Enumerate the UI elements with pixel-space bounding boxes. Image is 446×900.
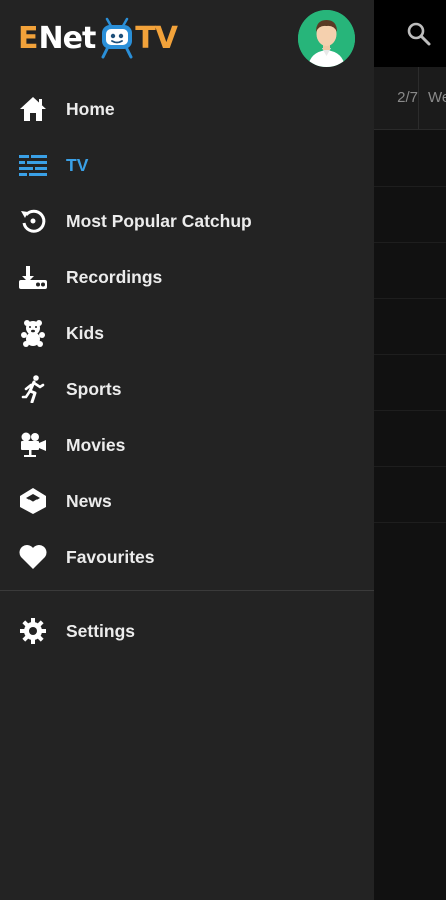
- logo-tv: TV: [135, 20, 178, 56]
- avatar[interactable]: [298, 10, 355, 67]
- menu-item-news[interactable]: News: [0, 473, 374, 529]
- menu-item-kids[interactable]: Kids: [0, 305, 374, 361]
- menu-item-label: Movies: [66, 435, 126, 455]
- menu-item-label: Settings: [66, 621, 136, 641]
- gear-icon: [18, 617, 48, 645]
- recording-icon: [18, 263, 48, 291]
- menu-item-label: TV: [66, 155, 89, 175]
- menu-divider: [0, 590, 374, 591]
- runner-icon: [18, 375, 48, 403]
- menu-item-label: News: [66, 491, 112, 511]
- menu-item-recordings[interactable]: Recordings: [0, 249, 374, 305]
- drawer-header: E Net TV: [0, 0, 374, 80]
- drawer-menu: Home TV Most Popular Catchup Recordings …: [0, 81, 374, 585]
- background-row-divider: [374, 298, 446, 299]
- menu-item-settings[interactable]: Settings: [0, 603, 374, 659]
- menu-item-label: Most Popular Catchup: [66, 211, 252, 231]
- news-icon: [18, 487, 48, 515]
- settings-section: Settings: [0, 603, 374, 659]
- background-row-divider: [374, 522, 446, 523]
- background-row-divider: [374, 466, 446, 467]
- menu-item-most-popular-catchup[interactable]: Most Popular Catchup: [0, 193, 374, 249]
- tv-guide-icon: [18, 151, 48, 179]
- menu-item-label: Favourites: [66, 547, 155, 567]
- navigation-drawer: E Net TV Home TV Most Popular Catchup Re…: [0, 0, 374, 900]
- replay-icon: [18, 207, 48, 235]
- menu-item-label: Sports: [66, 379, 122, 399]
- app-logo: E Net TV: [18, 14, 178, 62]
- background-row-divider: [374, 186, 446, 187]
- menu-item-home[interactable]: Home: [0, 81, 374, 137]
- tv-mascot-icon: [99, 17, 135, 59]
- heart-icon: [18, 543, 48, 571]
- background-row-divider: [374, 410, 446, 411]
- menu-item-movies[interactable]: Movies: [0, 417, 374, 473]
- menu-item-favourites[interactable]: Favourites: [0, 529, 374, 585]
- logo-e: E: [18, 20, 38, 56]
- menu-item-label: Home: [66, 99, 115, 119]
- menu-item-label: Recordings: [66, 267, 163, 287]
- home-icon: [18, 95, 48, 123]
- logo-net: Net: [38, 20, 97, 56]
- menu-item-sports[interactable]: Sports: [0, 361, 374, 417]
- day-tab[interactable]: We: [428, 67, 446, 129]
- menu-item-tv[interactable]: TV: [0, 137, 374, 193]
- search-icon[interactable]: [405, 20, 433, 48]
- movie-camera-icon: [18, 431, 48, 459]
- background-row-divider: [374, 242, 446, 243]
- teddy-bear-icon: [18, 319, 48, 347]
- menu-item-label: Kids: [66, 323, 104, 343]
- background-row-divider: [374, 354, 446, 355]
